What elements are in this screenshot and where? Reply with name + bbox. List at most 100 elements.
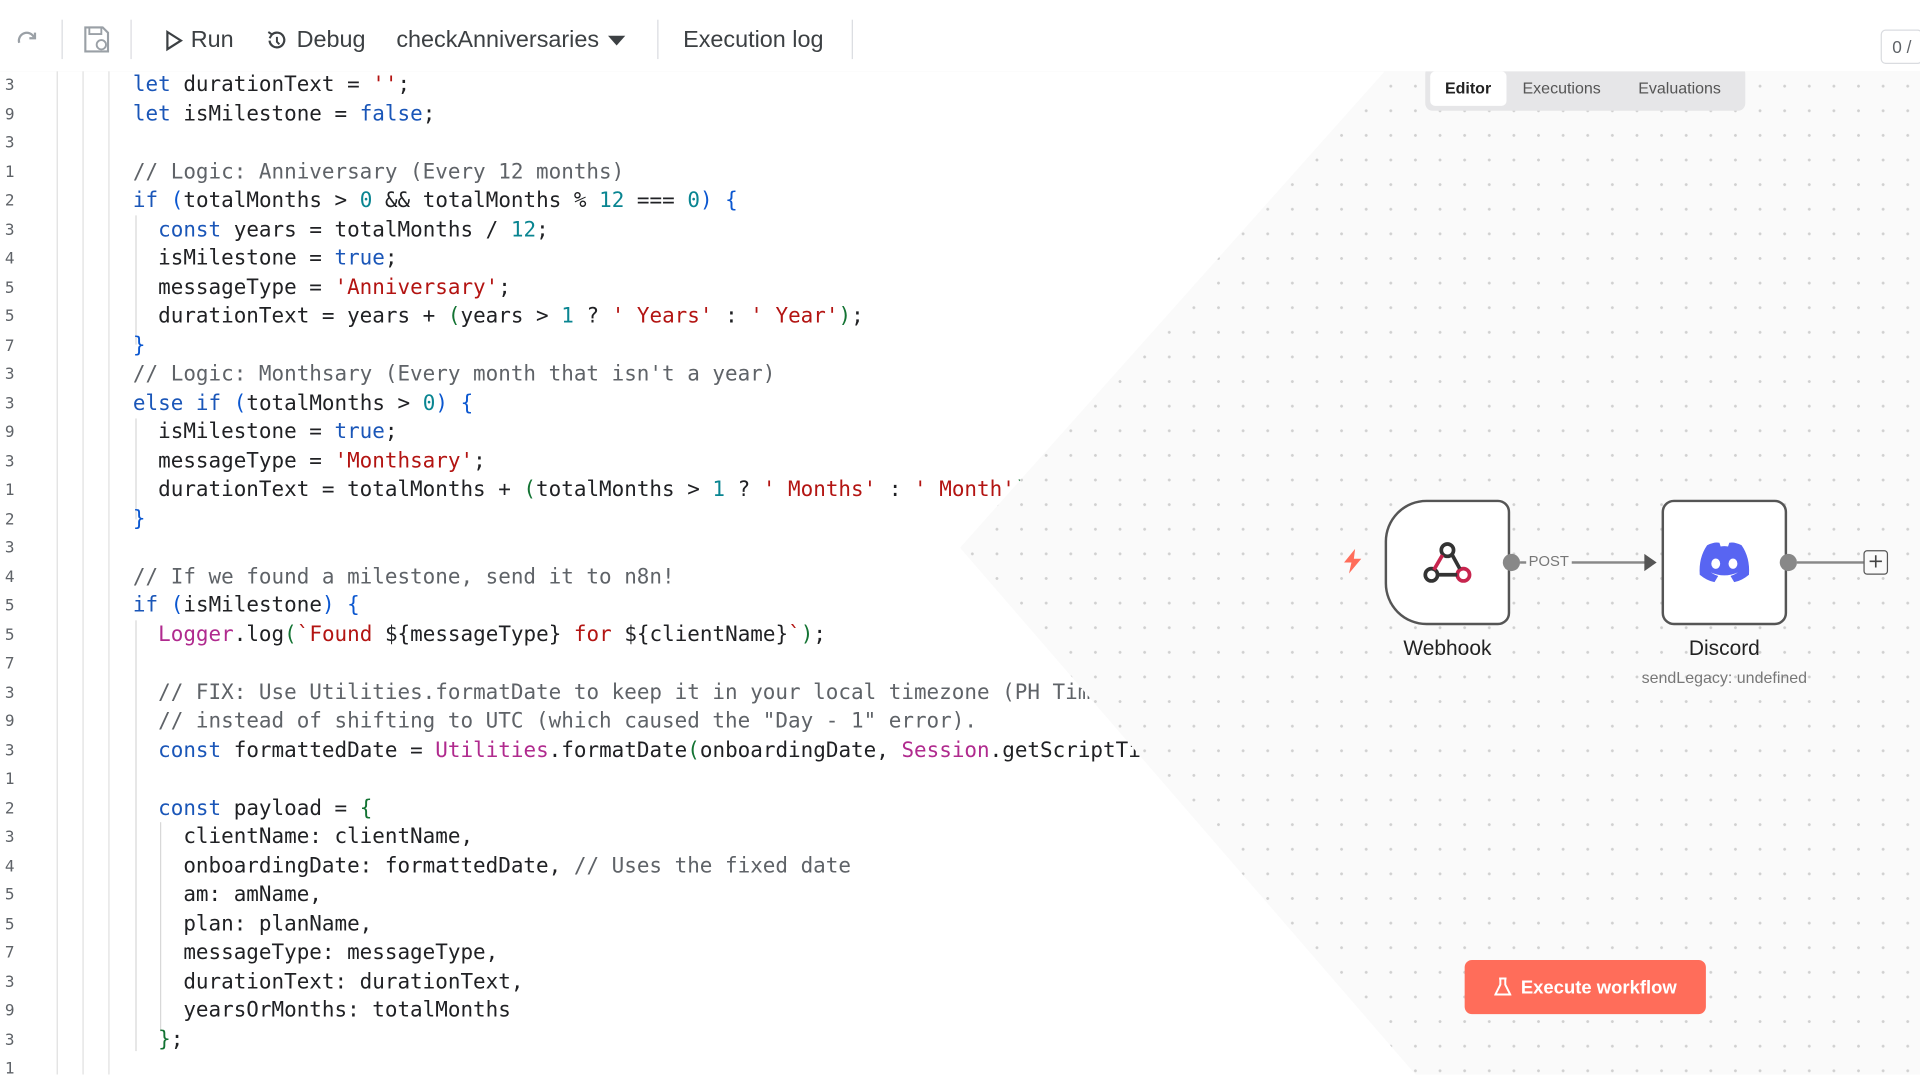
execution-log-button[interactable]: Execution log [683, 22, 823, 59]
line-number: 5 [4, 886, 15, 905]
line-number: 5 [4, 596, 15, 616]
code-line: const formattedDate = Utilities.formatDa… [158, 737, 1267, 763]
editor-guide-line [108, 71, 110, 1075]
discord-icon [1699, 542, 1750, 583]
line-number: 1 [4, 481, 15, 500]
code-line: // Logic: Anniversary (Every 12 months) [132, 159, 625, 185]
trigger-bolt-icon [1342, 548, 1364, 580]
code-line: clientName: clientName, [132, 824, 474, 850]
editor-guide-line [56, 71, 58, 1075]
line-number: 3 [4, 365, 15, 385]
code-line: const payload = { [158, 795, 373, 821]
discord-output-handle[interactable] [1779, 553, 1797, 572]
line-number: 5 [4, 625, 15, 645]
apps-script-toolbar: Run Debug checkAnniversaries Execution l… [0, 0, 1920, 73]
play-icon [166, 29, 183, 52]
line-number: 5 [4, 915, 15, 934]
code-line: yearsOrMonths: totalMonths [132, 998, 511, 1023]
code-line: isMilestone = true; [132, 419, 398, 445]
execute-workflow-button[interactable]: Execute workflow [1464, 960, 1706, 1015]
code-line: const years = totalMonths / 12; [158, 217, 549, 242]
discord-node[interactable] [1661, 499, 1788, 626]
line-number: 4 [4, 857, 15, 876]
line-number: 5 [4, 307, 15, 327]
line-number: 3 [4, 828, 15, 847]
function-name: checkAnniversaries [396, 27, 600, 53]
n8n-view-tabs: Editor Executions Evaluations [1425, 71, 1746, 111]
line-number: 3 [4, 683, 15, 703]
execute-workflow-label: Execute workflow [1520, 976, 1677, 998]
toolbar-divider [657, 19, 659, 60]
toolbar-divider [61, 19, 63, 60]
line-number: 2 [4, 192, 15, 211]
line-number: 3 [4, 539, 15, 558]
code-line: // Logic: Monthsary (Every month that is… [132, 361, 776, 387]
run-button[interactable]: Run [164, 22, 234, 59]
debug-icon [267, 31, 286, 49]
line-number: 3 [4, 134, 15, 153]
code-line: messageType = 'Monthsary'; [132, 448, 486, 474]
line-number: 9 [4, 105, 15, 124]
line-number-gutter: 393123455733931234557393123455739312 [0, 71, 25, 1074]
connection-stub [1796, 561, 1864, 564]
code-line: let durationText = ''; [132, 72, 411, 98]
line-number: 4 [4, 249, 15, 269]
code-line: // instead of shifting to UTC (which cau… [158, 708, 977, 734]
code-line: // If we found a milestone, send it to n… [132, 564, 675, 589]
line-number: 9 [4, 1001, 15, 1021]
code-line: messageType: messageType, [132, 940, 499, 965]
line-number: 2 [4, 799, 15, 818]
tab-executions[interactable]: Executions [1508, 71, 1616, 105]
code-line: let isMilestone = false; [132, 101, 436, 127]
line-number: 7 [4, 336, 15, 356]
line-number: 1 [4, 163, 15, 182]
code-line: } [132, 506, 146, 532]
add-node-button[interactable]: + [1863, 550, 1889, 575]
connection-arrow [1644, 553, 1657, 572]
line-number: 3 [4, 220, 15, 240]
redo-icon[interactable] [7, 20, 46, 59]
webhook-output-handle[interactable] [1502, 553, 1521, 572]
code-line: durationText = years + (years > 1 ? ' Ye… [132, 304, 864, 329]
line-number: 2 [4, 510, 15, 529]
debug-label: Debug [296, 27, 366, 53]
debug-button[interactable]: Debug [265, 22, 366, 59]
quota-indicator: 0 / [1881, 29, 1920, 65]
screen: Run Debug checkAnniversaries Execution l… [0, 0, 1920, 1075]
tab-evaluations[interactable]: Evaluations [1623, 71, 1735, 105]
run-label: Run [190, 27, 234, 53]
function-select[interactable]: checkAnniversaries [396, 22, 626, 59]
code-line: onboardingDate: formattedDate, // Uses t… [132, 853, 851, 879]
line-number: 3 [4, 76, 15, 95]
line-number: 3 [4, 972, 15, 992]
line-number: 3 [4, 741, 15, 761]
code-line: }; [158, 1027, 184, 1052]
editor-guide-line [82, 71, 84, 1075]
code-line: messageType = 'Anniversary'; [132, 275, 511, 300]
webhook-icon [1423, 542, 1472, 583]
code-line: if (isMilestone) { [132, 593, 360, 618]
code-line: // FIX: Use Utilities.formatDate to keep… [158, 680, 1116, 705]
toolbar-divider [851, 19, 853, 60]
line-number: 5 [4, 278, 15, 298]
toolbar-divider [130, 19, 132, 60]
line-number: 3 [4, 1030, 15, 1050]
webhook-node[interactable] [1384, 499, 1511, 626]
save-icon[interactable] [76, 20, 115, 59]
line-number: 9 [4, 712, 15, 732]
line-number: 3 [4, 452, 15, 471]
line-number: 7 [4, 654, 15, 674]
line-number: 9 [4, 423, 15, 442]
line-number: 1 [4, 1059, 15, 1075]
code-line: plan: planName, [132, 911, 373, 937]
line-number: 4 [4, 568, 15, 587]
connection-label: POST [1526, 552, 1572, 570]
code-line: else if (totalMonths > 0) { [132, 390, 474, 416]
line-number: 1 [4, 770, 15, 789]
code-line: isMilestone = true; [132, 246, 398, 271]
code-line: if (totalMonths > 0 && totalMonths % 12 … [132, 188, 738, 213]
code-line: durationText = totalMonths + (totalMonth… [132, 477, 1040, 503]
tab-editor[interactable]: Editor [1430, 71, 1506, 106]
flask-icon [1493, 977, 1511, 996]
chevron-down-icon [607, 35, 625, 46]
